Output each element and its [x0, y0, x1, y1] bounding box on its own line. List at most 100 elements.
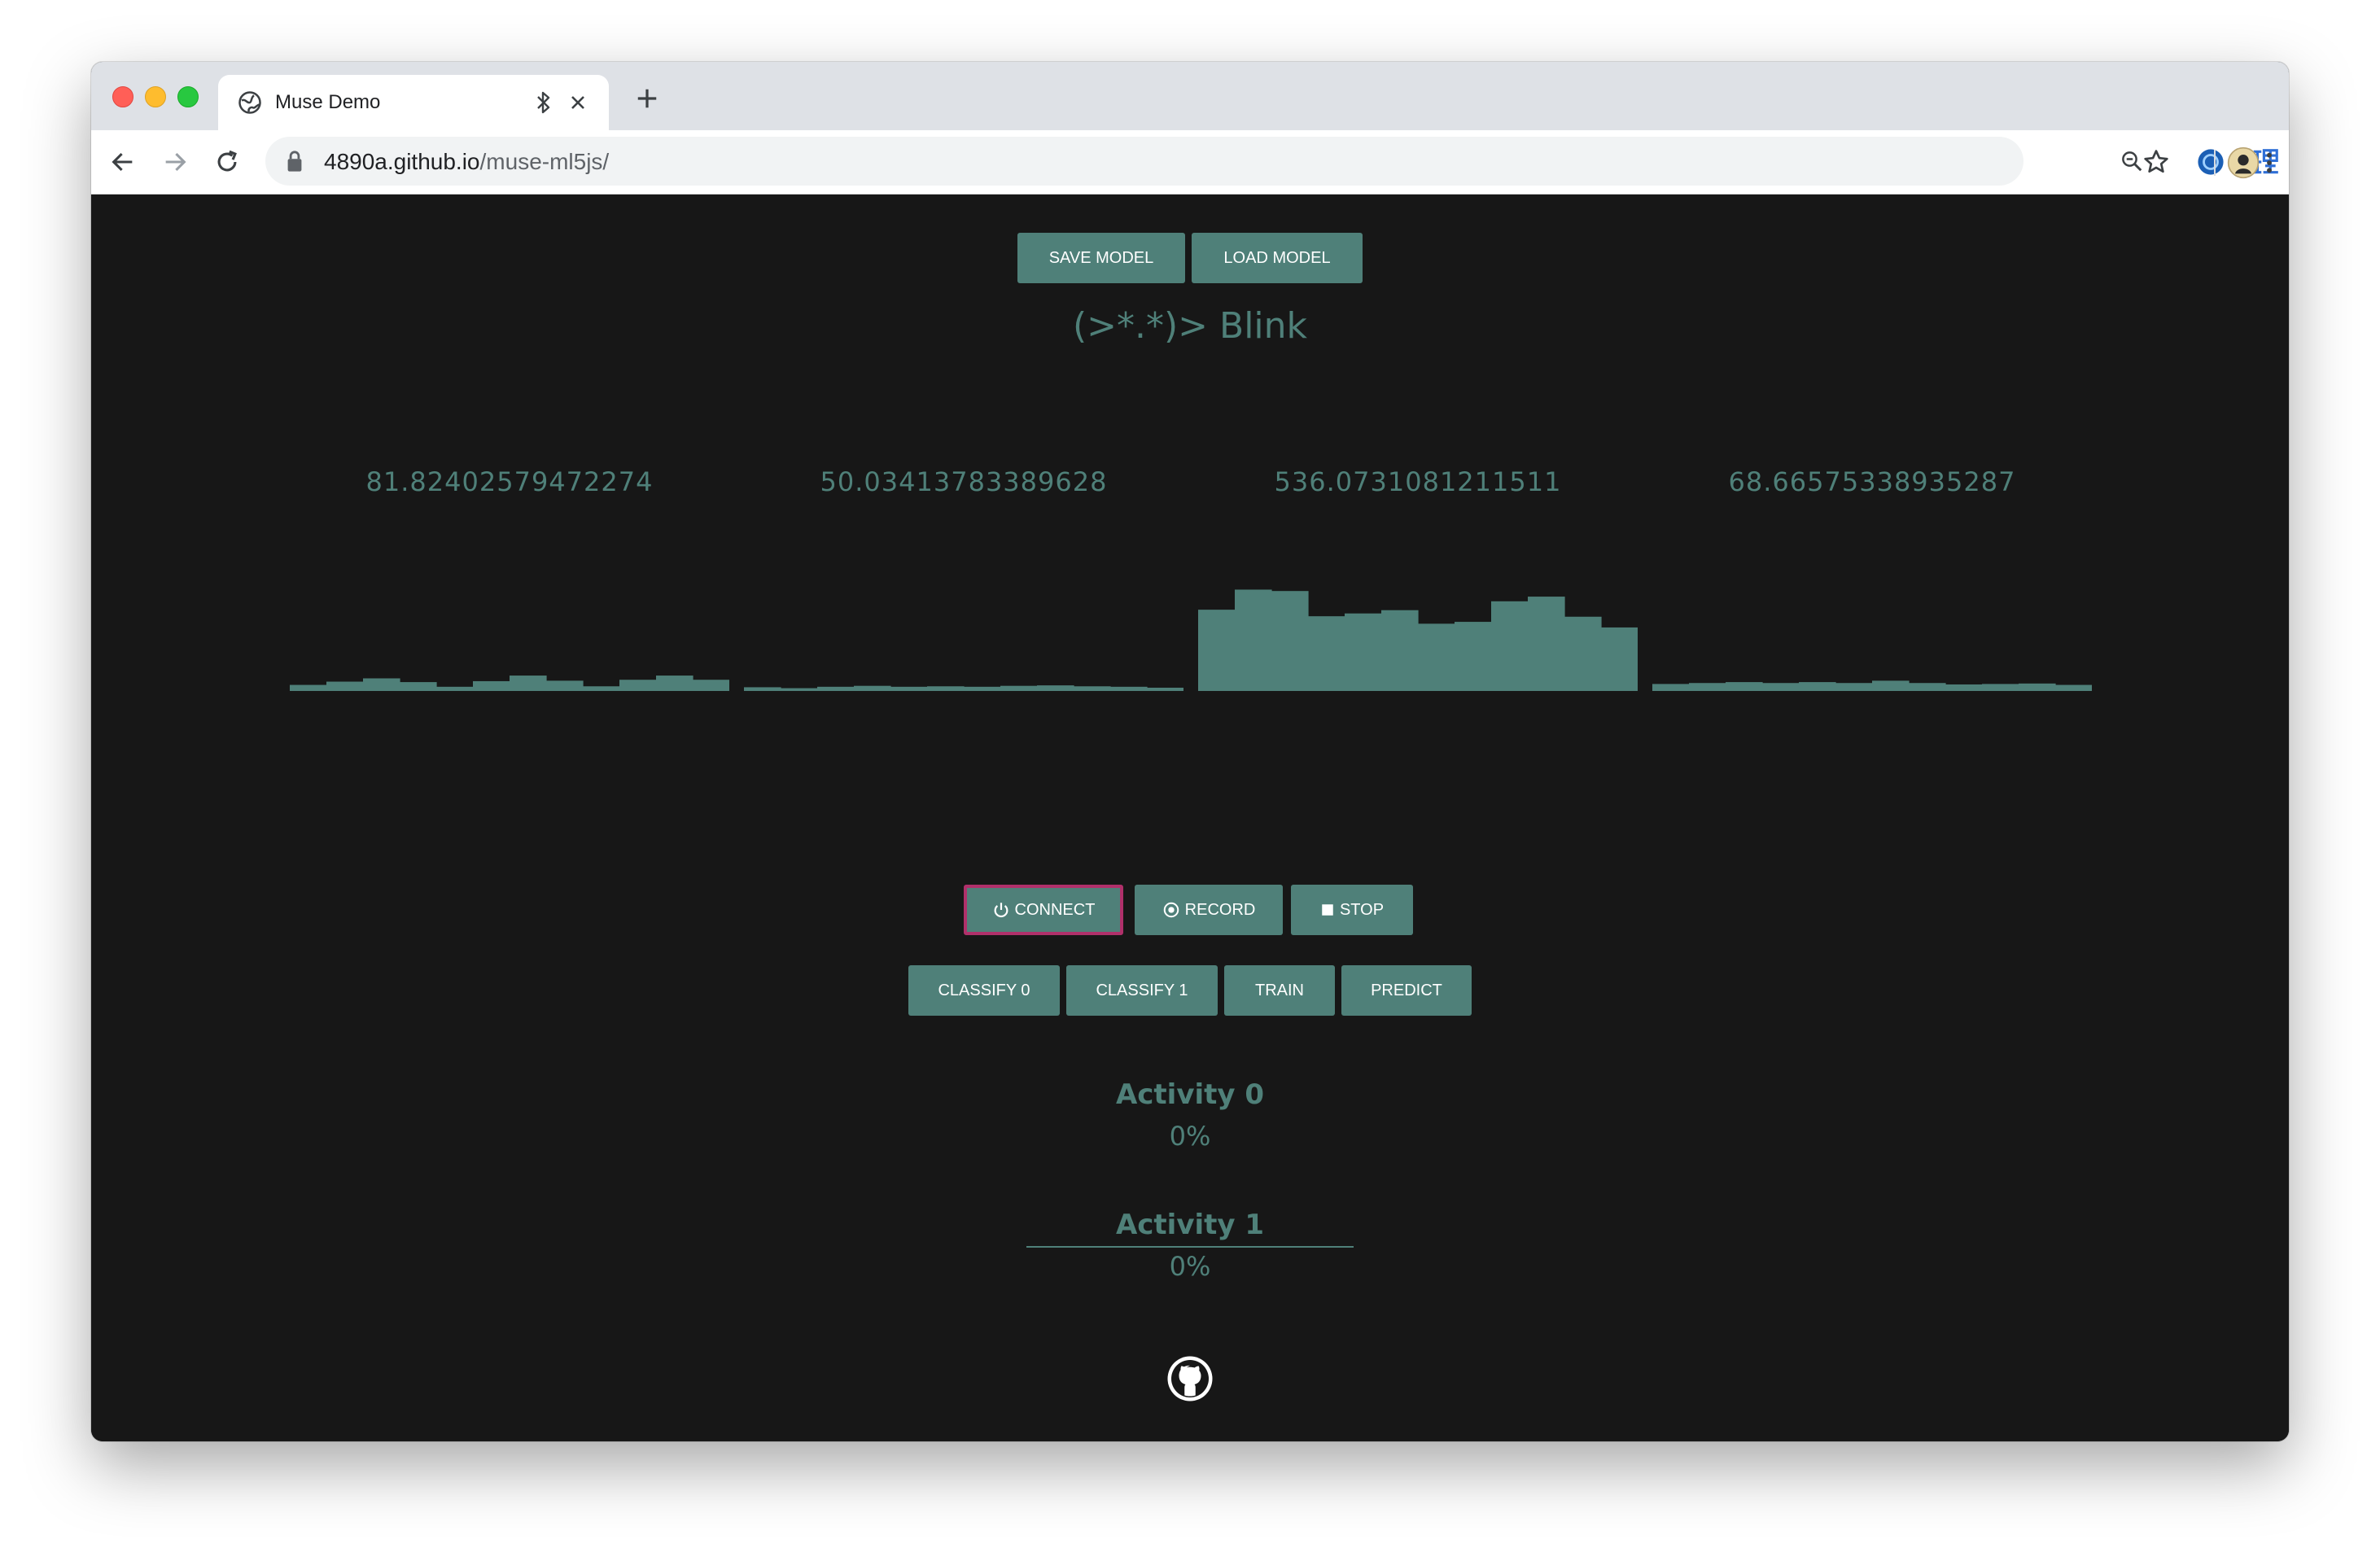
channel-4-bar: [2019, 683, 2056, 691]
back-icon[interactable]: [109, 148, 137, 176]
load-model-button[interactable]: LOAD MODEL: [1192, 233, 1363, 283]
predict-button[interactable]: PREDICT: [1341, 965, 1472, 1016]
channel-1-bar: [436, 686, 474, 691]
stop-label: STOP: [1339, 900, 1385, 919]
classify-1-button[interactable]: CLASSIFY 1: [1066, 965, 1218, 1016]
channel-2-bar: [890, 686, 928, 691]
tab-title: Muse Demo: [275, 91, 381, 113]
channel-1-bar: [363, 678, 400, 691]
record-label: RECORD: [1184, 900, 1256, 919]
channel-2-bar: [1037, 685, 1074, 691]
activity-1-title: Activity 1: [1115, 1209, 1265, 1241]
channel-2-bar: [854, 685, 891, 691]
channel-1-bar: [473, 680, 510, 691]
github-icon[interactable]: [1166, 1354, 1214, 1403]
classify-0-button[interactable]: CLASSIFY 0: [908, 965, 1060, 1016]
record-button[interactable]: RECORD: [1135, 885, 1283, 935]
channel-2-bar: [1110, 686, 1148, 691]
channel-2-value: 50.03413783389628: [820, 466, 1108, 497]
channel-4-bar: [1835, 683, 1873, 691]
connect-button[interactable]: CONNECT: [964, 885, 1123, 935]
toolbar-separator: [2214, 150, 2216, 176]
channel-4-bar: [1872, 680, 1910, 691]
channel-3-bar: [1308, 616, 1345, 691]
channel-3-bar: [1198, 610, 1236, 691]
channel-4-bar: [1982, 684, 2019, 691]
channel-3-bar: [1381, 610, 1419, 691]
channel-1-chart: [290, 676, 729, 691]
channel-2-bar: [1000, 685, 1038, 691]
channel-4-bar: [1652, 684, 1690, 691]
bluetooth-icon: [537, 91, 550, 114]
channel-3-bar: [1235, 589, 1272, 691]
record-icon: [1163, 902, 1179, 918]
channel-2-bar: [781, 688, 818, 691]
channel-2-bar: [964, 686, 1001, 691]
channel-4-bar: [2055, 684, 2092, 691]
activity-0-percent: 0%: [1169, 1121, 1211, 1152]
channel-1-bar: [290, 684, 327, 691]
channel-3-chart: [1198, 589, 1638, 691]
page-content: SAVE MODEL LOAD MODEL (>*.*)> Blink 81.8…: [91, 195, 2289, 1441]
channel-4-value: 68.66575338935287: [1728, 466, 2016, 497]
activity-0-title: Activity 0: [1115, 1078, 1265, 1111]
channel-2-bar: [817, 686, 855, 691]
channel-3-value: 536.0731081211511: [1274, 466, 1562, 497]
channel-4-chart: [1652, 680, 2092, 691]
blink-indicator: (>*.*)> Blink: [1072, 305, 1308, 347]
channel-4-bar: [1689, 683, 1726, 691]
channel-3-bar: [1271, 591, 1309, 691]
url-host: 4890a.github.io: [324, 149, 480, 174]
extension-icon[interactable]: [2197, 148, 2225, 176]
activity-divider: [1026, 1246, 1354, 1248]
channel-3-bar: [1455, 622, 1492, 691]
url-path: /muse-ml5js/: [479, 149, 610, 174]
channel-3-bar: [1601, 627, 1638, 691]
zoom-icon[interactable]: [2120, 148, 2144, 174]
activity-1-percent: 0%: [1169, 1251, 1211, 1282]
close-icon[interactable]: [568, 93, 588, 112]
avatar[interactable]: [2227, 146, 2260, 179]
channel-2-bar: [744, 687, 781, 691]
browser-window: Muse Demo 4890a.github.io/muse-ml5js/ SA…: [91, 62, 2289, 1441]
channel-1-bar: [400, 682, 437, 691]
stop-icon: [1322, 904, 1333, 916]
channel-1-bar: [619, 680, 657, 691]
channel-1-bar: [510, 676, 547, 691]
plus-icon[interactable]: [635, 86, 659, 111]
channel-1-bar: [546, 680, 584, 691]
lock-icon: [287, 151, 302, 172]
channel-1-bar: [326, 681, 364, 691]
channel-4-bar: [1909, 683, 1946, 691]
url-text: 4890a.github.io/muse-ml5js/: [324, 149, 609, 175]
channel-4-bar: [1762, 683, 1800, 691]
star-icon[interactable]: [2142, 148, 2170, 176]
title-bar: Muse Demo: [91, 62, 2289, 130]
channel-2-bar: [927, 686, 965, 691]
stop-button[interactable]: STOP: [1291, 885, 1413, 935]
maximize-window-button[interactable]: [177, 86, 199, 107]
train-button[interactable]: TRAIN: [1224, 965, 1335, 1016]
channel-3-bar: [1418, 623, 1455, 691]
channel-2-bar: [1074, 686, 1111, 691]
browser-tab[interactable]: Muse Demo: [218, 75, 609, 130]
channel-4-bar: [1726, 682, 1763, 691]
channel-1-bar: [583, 686, 620, 691]
forward-icon[interactable]: [161, 148, 189, 176]
connect-label: CONNECT: [1014, 900, 1096, 919]
more-icon[interactable]: [2256, 150, 2282, 176]
channel-1-bar: [693, 680, 729, 691]
minimize-window-button[interactable]: [145, 86, 166, 107]
address-bar[interactable]: 4890a.github.io/muse-ml5js/: [265, 137, 2142, 186]
channel-3-bar: [1528, 597, 1565, 691]
channel-3-bar: [1564, 616, 1602, 691]
close-window-button[interactable]: [112, 86, 133, 107]
power-icon: [994, 903, 1008, 918]
reload-icon[interactable]: [213, 148, 241, 176]
channel-2-chart: [744, 685, 1183, 691]
save-model-button[interactable]: SAVE MODEL: [1017, 233, 1185, 283]
channel-1-value: 81.82402579472274: [365, 466, 654, 497]
channel-3-bar: [1491, 601, 1529, 691]
channel-1-bar: [656, 676, 693, 691]
browser-toolbar: 4890a.github.io/muse-ml5js/: [91, 130, 2289, 195]
